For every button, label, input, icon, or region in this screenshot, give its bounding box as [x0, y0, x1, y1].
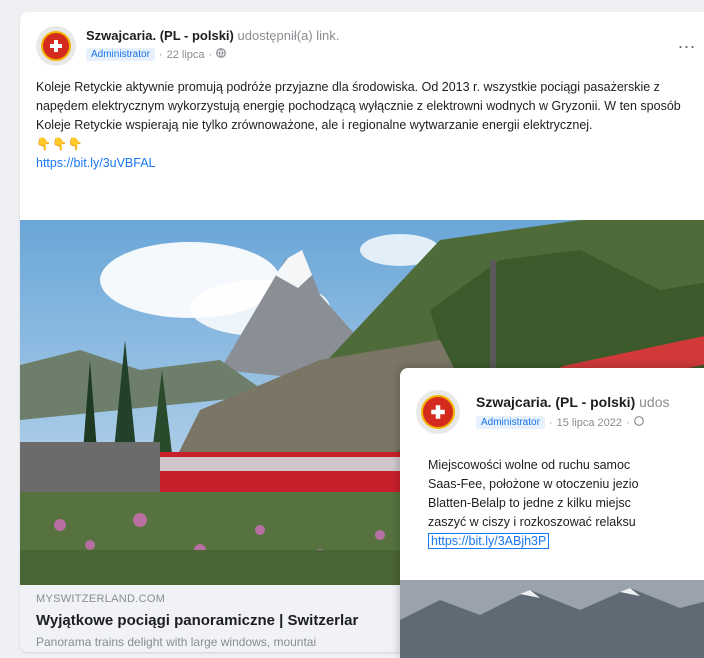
author-name[interactable]: Szwajcaria. (PL - polski)	[86, 28, 234, 43]
post-link-2[interactable]: https://bit.ly/3ABjh3P	[428, 533, 550, 549]
role-badge-2: Administrator	[476, 416, 545, 429]
post-line: Blatten-Belalp to jedne z kilku miejsc	[428, 496, 631, 510]
post-date[interactable]: 22 lipca	[167, 49, 205, 61]
post-header: Szwajcaria. (PL - polski) udostępnił(a) …	[36, 26, 696, 70]
pointing-down-emojis: 👇👇👇	[36, 137, 84, 151]
post-line: zaszyć w ciszy i rozkoszować relaksu	[428, 515, 636, 529]
role-badge: Administrator	[86, 48, 155, 61]
author-name-2[interactable]: Szwajcaria. (PL - polski)	[476, 394, 635, 410]
post-meta-2: Administrator · 15 lipca 2022 ·	[476, 416, 644, 429]
globe-icon	[633, 416, 644, 429]
link-description: Panorama trains delight with large windo…	[36, 635, 317, 649]
post-text: Koleje Retyckie aktywnie promują podróże…	[36, 78, 704, 173]
post-photo-2[interactable]	[400, 580, 704, 658]
page-avatar[interactable]	[36, 26, 76, 66]
globe-icon	[216, 48, 227, 61]
link-title[interactable]: Wyjątkowe pociągi panoramiczne | Switzer…	[36, 612, 358, 629]
author-line: Szwajcaria. (PL - polski) udostępnił(a) …	[86, 28, 339, 43]
more-options-button[interactable]: ...	[678, 32, 696, 53]
post-body: Koleje Retyckie aktywnie promują podróże…	[36, 80, 681, 132]
post-line: Saas-Fee, położone w otoczeniu jezio	[428, 477, 639, 491]
swiss-cross-icon	[421, 395, 455, 429]
post-link[interactable]: https://bit.ly/3uVBFAL	[36, 156, 156, 170]
second-post-card: Szwajcaria. (PL - polski) udos Administr…	[400, 368, 704, 658]
post-text-2: Miejscowości wolne od ruchu samoc Saas-F…	[428, 456, 704, 551]
page-avatar-2[interactable]	[416, 390, 460, 434]
swiss-cross-icon	[41, 31, 71, 61]
author-line-2: Szwajcaria. (PL - polski) udos	[476, 394, 670, 410]
post-meta: Administrator · 22 lipca ·	[86, 48, 227, 61]
author-action-2: udos	[639, 394, 670, 410]
post-line: Miejscowości wolne od ruchu samoc	[428, 458, 631, 472]
post-date-2[interactable]: 15 lipca 2022	[557, 417, 622, 429]
author-action: udostępnił(a) link.	[237, 28, 340, 43]
link-domain: MYSWITZERLAND.COM	[36, 593, 166, 605]
